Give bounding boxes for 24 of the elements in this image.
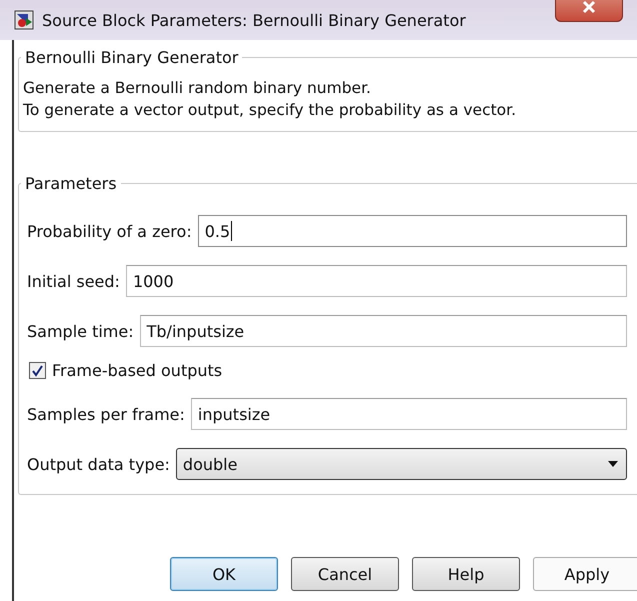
- checkbox-label: Frame-based outputs: [52, 361, 222, 380]
- dialog-button[interactable]: OK: [170, 557, 278, 591]
- description-text: To generate a vector output, specify the probability as a vector.: [23, 100, 518, 121]
- input-field[interactable]: inputsize: [190, 398, 627, 430]
- checkbox[interactable]: [29, 362, 46, 379]
- close-icon: [580, 0, 598, 14]
- field-label: Output data type:: [27, 454, 170, 474]
- field-label: Probability of a zero:: [27, 222, 192, 240]
- window-title: Source Block Parameters: Bernoulli Binary Generator: [42, 10, 466, 30]
- dialog-button[interactable]: Help: [412, 557, 520, 591]
- close-button[interactable]: [555, 0, 623, 22]
- group-title: Bernoulli Binary Generator: [24, 48, 240, 67]
- input-field[interactable]: 1000: [126, 265, 627, 297]
- description-text: Generate a Bernoulli random binary number.: [23, 78, 372, 99]
- input-field[interactable]: Tb/inputsize: [140, 315, 627, 347]
- field-label: Samples per frame:: [27, 404, 185, 424]
- input-field[interactable]: 0.5: [198, 215, 627, 247]
- field-label: Sample time:: [27, 322, 134, 340]
- block-icon: [14, 10, 34, 30]
- dropdown[interactable]: double: [176, 448, 627, 480]
- dialog-button[interactable]: Cancel: [291, 557, 399, 591]
- field-label: Initial seed:: [27, 272, 120, 290]
- caret-icon: [608, 461, 618, 467]
- group-title: Parameters: [24, 174, 118, 193]
